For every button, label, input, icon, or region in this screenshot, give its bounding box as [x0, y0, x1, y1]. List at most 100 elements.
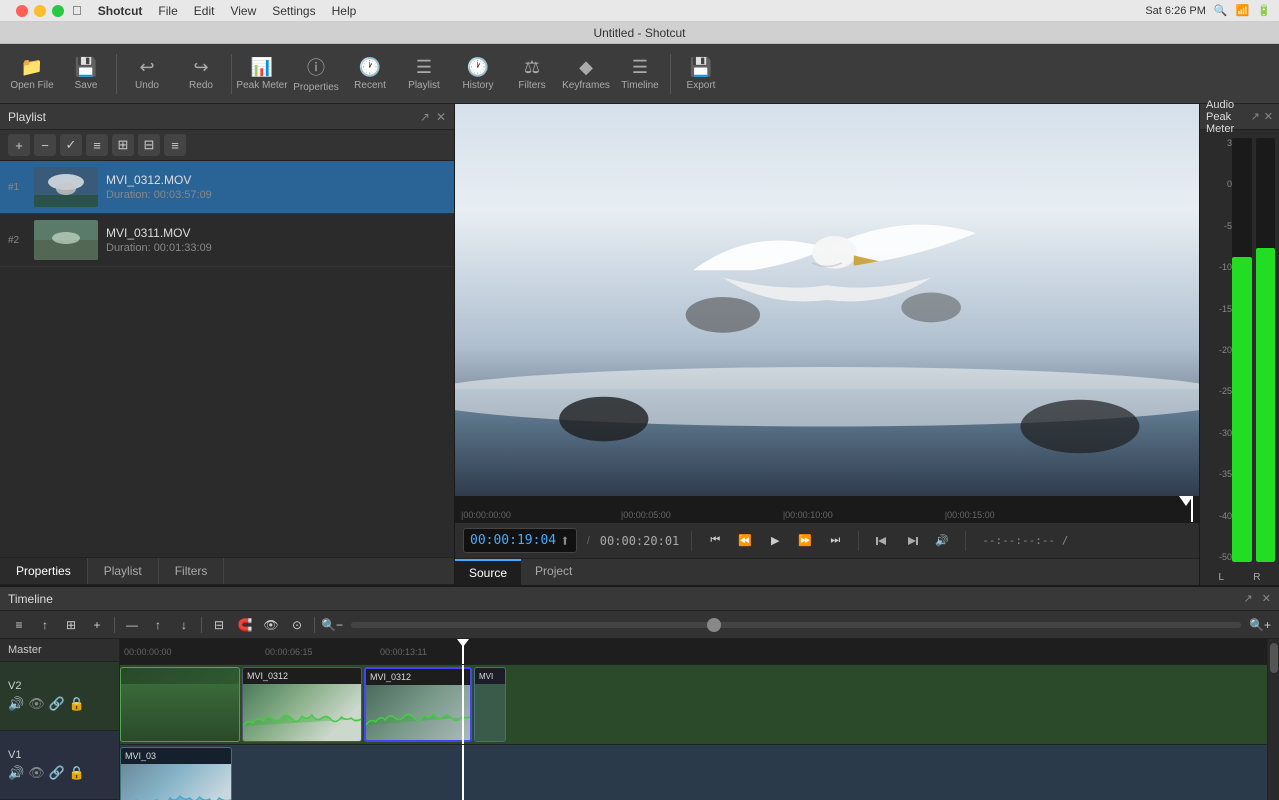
playlist-toolbar: + − ✓ ≡ ⊞ ⊟ ≡: [0, 130, 454, 161]
redo-button[interactable]: ↪ Redo: [175, 48, 227, 100]
goto-start-button[interactable]: ⏮: [704, 530, 726, 552]
timeline-menu-button[interactable]: ≡: [8, 615, 30, 635]
timeline-ripple-trim-button[interactable]: ↑: [147, 615, 169, 635]
tab-source[interactable]: Source: [455, 559, 521, 585]
v1-clip-1-header: MVI_03: [121, 748, 231, 764]
tl-sep-1: [114, 617, 115, 633]
history-button[interactable]: 🕐 History: [452, 48, 504, 100]
toggle-out-button[interactable]: [901, 530, 923, 552]
total-timecode: 00:00:20:01: [600, 534, 679, 548]
v1-eye-icon[interactable]: 👁: [28, 765, 45, 781]
timeline-track-button[interactable]: ⊟: [208, 615, 230, 635]
recent-button[interactable]: 🕐 Recent: [344, 48, 396, 100]
v2-eye-icon[interactable]: 👁: [28, 696, 45, 712]
playlist-close-icon[interactable]: ✕: [436, 110, 446, 124]
playlist-button[interactable]: ☰ Playlist: [398, 48, 450, 100]
tab-properties[interactable]: Properties: [0, 558, 88, 584]
v1-mute-icon[interactable]: 🔒: [69, 765, 85, 781]
track-v2-clip-2-selected[interactable]: MVI_0312: [364, 667, 472, 742]
goto-end-button[interactable]: ⏭: [824, 530, 846, 552]
timeline-close-icon[interactable]: ✕: [1262, 593, 1271, 605]
undo-label: Undo: [135, 80, 159, 91]
timeline-float-icon[interactable]: ↗: [1244, 593, 1253, 605]
playlist-item-2[interactable]: #2 MVI_0311.MOV Duration: 00:01:33:09: [0, 214, 454, 267]
undo-button[interactable]: ↩ Undo: [121, 48, 173, 100]
v2-mute-icon[interactable]: 🔒: [69, 696, 85, 712]
properties-button[interactable]: ⓘ Properties: [290, 48, 342, 100]
playlist-float-icon[interactable]: ↗: [420, 110, 430, 124]
timeline-button[interactable]: ☰ Timeline: [614, 48, 666, 100]
menu-view[interactable]: View: [230, 4, 256, 18]
track-v2-clip-3[interactable]: MVI: [474, 667, 506, 742]
timeline-trim-button[interactable]: —: [121, 615, 143, 635]
playlist-menu-button[interactable]: ≡: [164, 134, 186, 156]
prev-frame-button[interactable]: ⏪: [734, 530, 756, 552]
apm-scale: 3 0 -5 -10 -15 -20 -25 -30 -35 -40 -50: [1204, 134, 1232, 566]
v1-lock-icon[interactable]: 🔗: [49, 765, 65, 781]
v2-audio-icon[interactable]: 🔊: [8, 696, 24, 712]
v2-track-name: V2: [8, 680, 21, 692]
close-button[interactable]: [16, 5, 28, 17]
v1-audio-icon[interactable]: 🔊: [8, 765, 24, 781]
track-v2-clip-1[interactable]: MVI_0312: [242, 667, 362, 742]
peak-meter-label: Peak Meter: [236, 80, 287, 91]
clip-2-thumb: [366, 685, 470, 740]
tab-filters[interactable]: Filters: [159, 558, 225, 584]
v2-lock-icon[interactable]: 🔗: [49, 696, 65, 712]
transport-sep-2: [858, 531, 859, 551]
next-frame-button[interactable]: ⏩: [794, 530, 816, 552]
track-label-master: Master: [0, 639, 119, 662]
playlist-list-view-button[interactable]: ≡: [86, 134, 108, 156]
current-timecode: 00:00:19:04: [470, 533, 556, 548]
minimize-button[interactable]: [34, 5, 46, 17]
menu-settings[interactable]: Settings: [272, 4, 315, 18]
playlist-add-button[interactable]: +: [8, 134, 30, 156]
playlist-grid-view-button[interactable]: ⊞: [112, 134, 134, 156]
tab-playlist[interactable]: Playlist: [88, 558, 159, 584]
timeline-scrollbar-y[interactable]: [1267, 639, 1279, 800]
keyframes-button[interactable]: ◆ Keyframes: [560, 48, 612, 100]
export-button[interactable]: 💾 Export: [675, 48, 727, 100]
timeline-overwrite-button[interactable]: ↓: [173, 615, 195, 635]
timecode-stepper[interactable]: ⬆: [560, 531, 570, 550]
apm-scale-5: -5: [1204, 221, 1232, 231]
track-v1-clip-1[interactable]: MVI_03: [120, 747, 232, 800]
tab-project[interactable]: Project: [521, 559, 586, 585]
menu-edit[interactable]: Edit: [194, 4, 215, 18]
apm-actions: ↗ ✕: [1251, 110, 1273, 123]
save-button[interactable]: 💾 Save: [60, 48, 112, 100]
apm-close-icon[interactable]: ✕: [1264, 110, 1273, 123]
timeline-snap-button[interactable]: 🧲: [234, 615, 256, 635]
maximize-button[interactable]: [52, 5, 64, 17]
open-file-label: Open File: [10, 80, 53, 91]
timeline-ripple-button[interactable]: ⊞: [60, 615, 82, 635]
timeline-clip-button[interactable]: +: [86, 615, 108, 635]
timeline-ripple-mode[interactable]: ⊙: [286, 615, 308, 635]
open-file-button[interactable]: 📁 Open File: [6, 48, 58, 100]
properties-label: Properties: [293, 82, 339, 93]
peak-meter-button[interactable]: 📊 Peak Meter: [236, 48, 288, 100]
timeline-lift-button[interactable]: ↑: [34, 615, 56, 635]
scrollbar-thumb[interactable]: [1270, 643, 1278, 673]
app-name[interactable]: Shotcut: [98, 4, 143, 18]
playlist-items: #1 MVI_0312.MOV Duration: 00:03:57:09 #2: [0, 161, 454, 557]
playlist-detail-view-button[interactable]: ⊟: [138, 134, 160, 156]
play-button[interactable]: ▶: [764, 530, 786, 552]
volume-button[interactable]: 🔊: [931, 530, 953, 552]
track-v2-clip-bg[interactable]: [120, 667, 240, 742]
timeline-zoom-bar[interactable]: [351, 622, 1241, 628]
menu-help[interactable]: Help: [332, 4, 357, 18]
menu-file[interactable]: File: [158, 4, 177, 18]
timeline-zoom-in-button[interactable]: 🔍+: [1249, 615, 1271, 635]
playlist-remove-button[interactable]: −: [34, 134, 56, 156]
timeline-preview-button[interactable]: 👁: [260, 615, 282, 635]
timecode-display[interactable]: 00:00:19:04 ⬆: [463, 528, 577, 553]
playlist-confirm-button[interactable]: ✓: [60, 134, 82, 156]
menu-search-icon[interactable]: 🔍: [1214, 4, 1228, 17]
filters-button[interactable]: ⚖ Filters: [506, 48, 558, 100]
apm-float-icon[interactable]: ↗: [1251, 110, 1260, 123]
toggle-in-button[interactable]: [871, 530, 893, 552]
playlist-item-1[interactable]: #1 MVI_0312.MOV Duration: 00:03:57:09: [0, 161, 454, 214]
timeline-zoom-out-button[interactable]: 🔍−: [321, 615, 343, 635]
timeline-zoom-handle[interactable]: [707, 618, 721, 632]
